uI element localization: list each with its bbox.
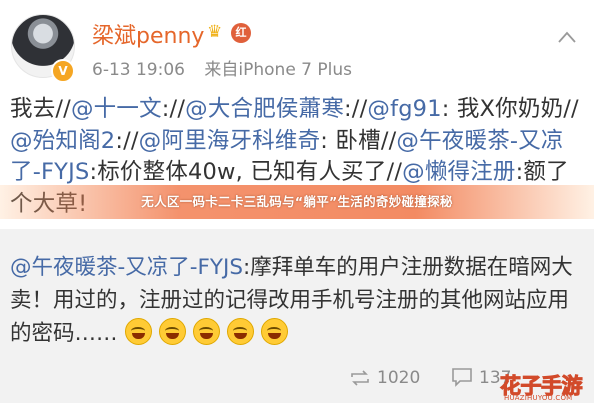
post-text-segment: 我去// — [10, 96, 71, 122]
repost-count: 1020 — [377, 368, 421, 388]
mention-link[interactable]: @大合肥侯蕭寒 — [185, 96, 344, 122]
laugh-cry-emoji-icon — [158, 318, 186, 345]
mention-link[interactable]: @阿里海牙科维奇 — [139, 128, 321, 154]
post-text-segment: : 卧槽// — [320, 127, 397, 154]
post-date: 6-13 19:06 — [92, 60, 185, 80]
repost-button[interactable]: 1020 — [349, 365, 420, 391]
repost-text: @午夜暖茶-又凉了-FYJS:摩拜单车的用户注册数据在暗网大卖！用过的，注册过的… — [10, 251, 586, 350]
mention-link[interactable]: @十一文 — [71, 96, 162, 122]
emoji-row — [118, 318, 288, 346]
level-badge: 红 — [231, 23, 251, 43]
post-text-segment: :// — [115, 127, 139, 154]
repost-author[interactable]: @午夜暖茶-又凉了-FYJS — [10, 255, 243, 280]
post-text-segment: :标价整体40w, 已知有人买了// — [89, 159, 403, 185]
post-text-segment: :// — [344, 96, 368, 122]
verified-badge: V — [51, 59, 75, 83]
laugh-cry-emoji-icon — [226, 318, 254, 345]
post-meta: 6-13 19:06 来自iPhone 7 Plus — [92, 55, 352, 80]
laugh-cry-emoji-icon — [260, 318, 288, 345]
mention-link[interactable]: @fg91 — [367, 96, 441, 122]
laugh-cry-emoji-icon — [192, 318, 220, 345]
username[interactable]: 梁斌penny — [92, 18, 204, 50]
crown-icon: ♛ — [207, 22, 223, 42]
mention-link[interactable]: @懒得注册 — [402, 159, 516, 185]
comment-icon — [452, 368, 472, 387]
banner-text: 无人区一码卡二卡三乱码与“躺平”生活的奇妙碰撞探秘 — [141, 194, 453, 209]
reposted-content[interactable]: @午夜暖茶-又凉了-FYJS:摩拜单车的用户注册数据在暗网大卖！用过的，注册过的… — [0, 229, 594, 358]
overlay-banner: 无人区一码卡二卡三乱码与“躺平”生活的奇妙碰撞探秘 — [0, 185, 594, 219]
watermark-logo: 花子手游 HUAZIHUYOU.COM — [500, 370, 594, 403]
mention-link[interactable]: @殆知阁2 — [10, 128, 115, 154]
post-text-segment: :// — [161, 96, 186, 122]
post-text-segment: : 我X你奶奶// — [441, 96, 579, 122]
repost-icon — [351, 370, 369, 386]
post-source: 来自iPhone 7 Plus — [204, 60, 353, 80]
watermark-subtext: HUAZIHUYOU.COM — [504, 394, 573, 402]
laugh-cry-emoji-icon — [124, 318, 152, 345]
chevron-down-icon[interactable] — [557, 28, 577, 48]
